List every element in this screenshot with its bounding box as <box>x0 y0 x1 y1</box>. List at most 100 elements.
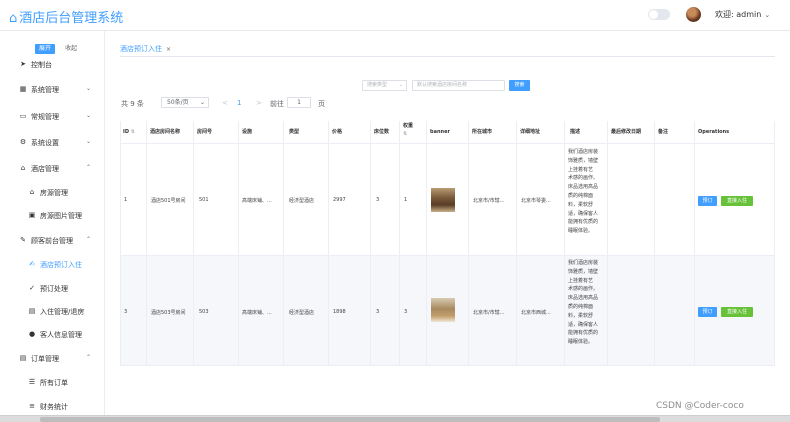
top-bar: ⌂ 酒店后台管理系统 欢迎: admin ⌄ <box>0 0 790 31</box>
column-header-modified[interactable]: 最后修改日期 <box>611 121 641 143</box>
user-menu[interactable]: 欢迎: admin ⌄ <box>715 9 770 20</box>
column-header-city[interactable]: 所在城市 <box>472 121 492 143</box>
sidebar-item-front-desk[interactable]: ✎ 顾客前台管理 ⌃ <box>0 230 104 250</box>
next-page-button[interactable]: > <box>256 99 262 107</box>
chevron-down-icon: ⌄ <box>398 82 403 88</box>
cell-city: 北京市/市辖... <box>473 198 505 204</box>
goto-label: 前往 <box>270 100 284 108</box>
close-icon[interactable]: × <box>166 46 171 53</box>
chevron-down-icon: ⌄ <box>199 99 205 106</box>
cell-price: 1898 <box>333 309 346 315</box>
column-header-type[interactable]: 类型 <box>289 121 299 143</box>
sidebar-item-label: 财务统计 <box>40 403 68 411</box>
cell-weight: 1 <box>404 197 408 203</box>
sidebar-item-system[interactable]: ▦ 系统管理 ⌄ <box>0 79 104 99</box>
column-header-price[interactable]: 价格 <box>332 121 342 143</box>
sort-icon: ⇅ <box>403 131 408 137</box>
column-header-facility[interactable]: 设施 <box>242 121 252 143</box>
checkin-button[interactable]: 直接入住 <box>721 307 753 317</box>
tab-label: 酒店预订入住 <box>120 45 162 53</box>
column-header-room[interactable]: 房间号 <box>197 121 212 143</box>
table-row: 1 酒店501号房间 501 高端床铺、... 经济型酒店 2997 3 1 北… <box>120 144 775 256</box>
sidebar-item-orders[interactable]: ▤ 订单管理 ⌃ <box>0 348 104 368</box>
user-label: 欢迎: admin <box>715 10 762 19</box>
search-input[interactable]: 默认搜索酒店房间名称 <box>412 80 505 91</box>
column-header-description[interactable]: 描述 <box>570 121 580 143</box>
sidebar-item-label: 客人信息管理 <box>40 331 82 339</box>
banner-thumbnail[interactable] <box>431 298 455 322</box>
sidebar-item-finance[interactable]: ≡ 财务统计 <box>0 396 104 416</box>
app-logo[interactable]: ⌂ 酒店后台管理系统 <box>9 7 123 26</box>
reserve-button[interactable]: 预订 <box>698 307 717 317</box>
column-header-banner[interactable]: banner <box>430 121 450 143</box>
horizontal-scrollbar[interactable] <box>0 415 790 422</box>
pagination-total: 共 9 条 <box>121 100 144 108</box>
chevron-up-icon: ⌃ <box>86 354 92 361</box>
page-size-select[interactable]: 50条/页 ⌄ <box>161 97 209 108</box>
banner-thumbnail[interactable] <box>431 188 455 212</box>
sidebar-item-all-orders[interactable]: ☰ 所有订单 <box>0 372 104 392</box>
cell-name: 酒店503号房间 <box>151 310 186 316</box>
chevron-up-icon: ⌃ <box>86 164 92 171</box>
sidebar-item-room-images[interactable]: ▣ 房源图片管理 <box>0 205 104 225</box>
sidebar-item-rooms[interactable]: ⌂ 房源管理 <box>0 182 104 202</box>
cell-name: 酒店501号房间 <box>151 198 186 204</box>
cell-beds: 3 <box>376 309 380 315</box>
column-header-remark[interactable]: 备注 <box>658 121 668 143</box>
sort-icon: ⇅ <box>130 129 135 135</box>
sidebar-item-label: 订单管理 <box>31 355 59 363</box>
collapse-button[interactable]: 收起 <box>61 44 81 54</box>
home-outline-icon: ⌂ <box>9 11 18 26</box>
column-header-beds[interactable]: 床位数 <box>374 121 389 143</box>
page-unit-label: 页 <box>318 100 325 108</box>
tab-booking[interactable]: 酒店预订入住 × <box>120 44 171 54</box>
page-jump-input[interactable]: 1 <box>287 97 311 108</box>
sidebar-item-guests[interactable]: ● 客人信息管理 <box>0 324 104 344</box>
search-type-select[interactable]: 搜索类型 ⌄ <box>362 80 407 91</box>
sidebar-item-label: 所有订单 <box>40 379 68 387</box>
page-size-value: 50条/页 <box>167 99 189 106</box>
chevron-up-icon: ⌃ <box>86 236 92 243</box>
cell-type: 经济型酒店 <box>289 310 315 316</box>
column-header-weight[interactable]: 权重 ⇅ <box>403 122 413 144</box>
sidebar-item-label: 房源图片管理 <box>40 212 82 220</box>
database-icon: ≡ <box>29 402 35 410</box>
order-icon: ▤ <box>19 354 27 362</box>
chevron-down-icon: ⌄ <box>86 112 92 119</box>
scrollbar-thumb[interactable] <box>40 417 660 422</box>
column-header-operations: Operations <box>698 129 730 135</box>
sidebar-item-reservation[interactable]: ✓ 预订处理 <box>0 278 104 298</box>
document-icon: ▤ <box>28 307 36 315</box>
checkin-button[interactable]: 直接入住 <box>721 196 753 206</box>
expand-button[interactable]: 展开 <box>35 44 56 54</box>
sidebar-item-hotel[interactable]: ⌂ 酒店管理 ⌃ <box>0 158 104 178</box>
image-icon: ▣ <box>28 211 36 219</box>
reserve-button[interactable]: 预订 <box>698 196 717 206</box>
sidebar-item-checkin[interactable]: ▤ 入住管理/退房 <box>0 301 104 321</box>
page-number[interactable]: 1 <box>237 99 241 107</box>
grid-icon: ▦ <box>19 85 27 93</box>
sidebar-item-general[interactable]: ▭ 常规管理 ⌄ <box>0 106 104 126</box>
edit-icon: ✎ <box>20 236 26 244</box>
cell-city: 北京市/市辖... <box>473 310 505 316</box>
sidebar-item-label: 系统管理 <box>31 86 59 94</box>
sidebar-item-label: 预订处理 <box>40 285 68 293</box>
sidebar-item-settings[interactable]: ⚙ 系统设置 ⌄ <box>0 132 104 152</box>
sidebar-item-label: 入住管理/退房 <box>40 308 85 316</box>
sidebar: 展开 收起 ➤ 控制台 ▦ 系统管理 ⌄ ▭ 常规管理 ⌄ ⚙ 系统设置 ⌄ ⌂… <box>0 31 105 422</box>
send-icon: ➤ <box>20 60 26 68</box>
sidebar-item-label: 房源管理 <box>40 189 68 197</box>
search-type-placeholder: 搜索类型 <box>367 82 388 88</box>
avatar[interactable] <box>686 7 701 22</box>
sidebar-item-dashboard[interactable]: ➤ 控制台 <box>0 54 104 74</box>
prev-page-button[interactable]: < <box>222 99 228 107</box>
column-header-id[interactable]: ID ⇅ <box>123 121 135 143</box>
search-button[interactable]: 搜索 <box>509 80 530 91</box>
sidebar-item-booking[interactable]: ✍ 酒店预订入住 <box>0 254 104 274</box>
sidebar-item-label: 控制台 <box>31 61 52 69</box>
house-icon: ⌂ <box>29 188 35 196</box>
theme-toggle[interactable] <box>648 9 670 20</box>
column-header-name[interactable]: 酒店房间名称 <box>150 121 180 143</box>
column-header-address[interactable]: 详细地址 <box>520 121 540 143</box>
cell-room: 501 <box>199 197 209 203</box>
